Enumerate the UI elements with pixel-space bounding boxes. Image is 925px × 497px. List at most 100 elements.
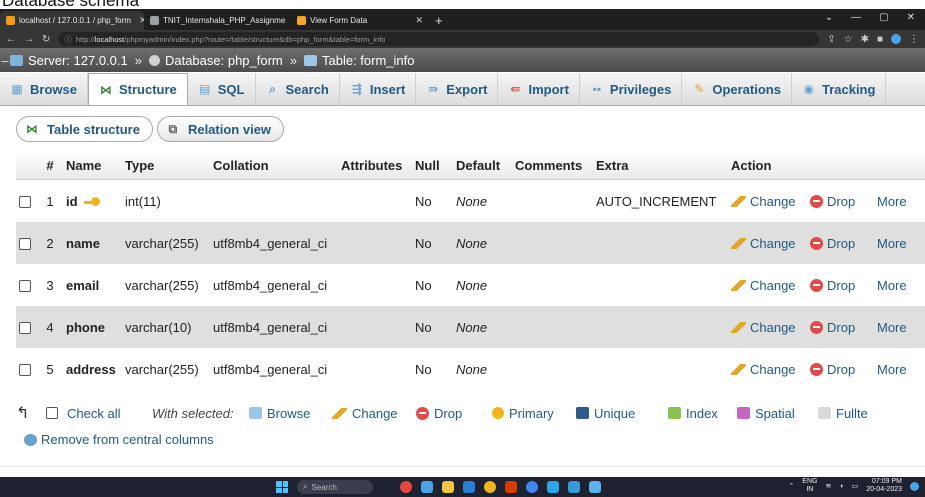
header-null[interactable]: Null — [415, 158, 456, 173]
bulk-drop-button[interactable]: Drop — [416, 406, 492, 421]
taskbar-search[interactable]: ⌕ Search — [297, 480, 373, 494]
share-icon[interactable]: ⇪ — [827, 34, 835, 45]
drop-button[interactable]: Drop — [810, 194, 877, 209]
more-button[interactable]: More — [877, 278, 907, 293]
reload-icon[interactable]: ↻ — [42, 34, 50, 45]
breadcrumb-server[interactable]: Server: 127.0.0.1 — [10, 53, 128, 68]
header-default[interactable]: Default — [456, 158, 515, 173]
notification-icon[interactable] — [910, 481, 919, 491]
chrome-app-icon[interactable] — [400, 481, 412, 493]
url-field[interactable]: ⓘ http://localhost/phpmyadmin/index.php?… — [58, 32, 820, 46]
remove-central-columns-link[interactable]: Remove from central columns — [24, 432, 214, 447]
tab-table-structure[interactable]: ⋈ Table structure — [16, 116, 153, 142]
change-button[interactable]: Change — [731, 194, 810, 209]
windows-start-icon[interactable] — [276, 481, 288, 493]
header-name[interactable]: Name — [62, 158, 125, 173]
back-icon[interactable]: ← — [6, 34, 16, 45]
tab-relation-view[interactable]: ⧉ Relation view — [156, 116, 285, 142]
wifi-icon[interactable]: ≋ — [825, 482, 831, 490]
close-tab-icon[interactable]: ✕ — [411, 15, 423, 26]
store-app-icon[interactable] — [568, 481, 580, 493]
header-attributes[interactable]: Attributes — [341, 158, 415, 173]
more-button[interactable]: More — [877, 236, 907, 251]
photos-app-icon[interactable] — [589, 481, 601, 493]
header-collation[interactable]: Collation — [213, 158, 341, 173]
browser-tab-title: TNIT_Internshala_PHP_Assignme — [163, 16, 286, 25]
browser-app-icon[interactable] — [484, 481, 496, 493]
change-button[interactable]: Change — [731, 236, 810, 251]
volume-icon[interactable]: ◖ — [839, 483, 843, 490]
tracking-icon: ◉ — [803, 82, 815, 96]
header-extra[interactable]: Extra — [596, 158, 731, 173]
tab-tracking[interactable]: ◉ Tracking — [792, 73, 887, 105]
bulk-change-button[interactable]: Change — [332, 406, 416, 421]
language-indicator[interactable]: ENG IN — [802, 478, 817, 494]
chrome-app-icon-2[interactable] — [526, 481, 538, 493]
row-checkbox[interactable] — [19, 196, 31, 209]
bulk-spatial-button[interactable]: Spatial — [737, 406, 818, 421]
breadcrumb-database[interactable]: Database: php_form — [148, 53, 283, 68]
file-explorer-icon[interactable] — [442, 481, 454, 493]
database-icon — [148, 54, 160, 66]
bulk-unique-button[interactable]: Unique — [576, 406, 668, 421]
bulk-index-button[interactable]: Index — [668, 406, 737, 421]
drop-button[interactable]: Drop — [810, 236, 877, 251]
clock[interactable]: 07:09 PM 20-04-2023 — [866, 478, 902, 494]
tab-search-icon[interactable]: ⌄ — [825, 12, 833, 23]
row-checkbox[interactable] — [19, 280, 31, 293]
tab-search[interactable]: ⌕ Search — [256, 73, 340, 105]
office-app-icon[interactable] — [505, 481, 517, 493]
breadcrumb-table[interactable]: Table: form_info — [304, 53, 415, 68]
browser-tab[interactable]: TNIT_Internshala_PHP_Assignme✕ — [144, 11, 291, 30]
tab-export[interactable]: ⇛ Export — [416, 73, 499, 105]
drop-button[interactable]: Drop — [810, 278, 877, 293]
drop-button[interactable]: Drop — [810, 362, 877, 377]
row-checkbox[interactable] — [19, 322, 31, 335]
profile-avatar[interactable] — [891, 34, 901, 44]
tab-import[interactable]: ⇚ Import — [498, 73, 580, 105]
header-comments[interactable]: Comments — [515, 158, 596, 173]
task-view-icon[interactable] — [421, 481, 433, 493]
header-type[interactable]: Type — [125, 158, 213, 173]
tab-privileges[interactable]: ▪▪ Privileges — [580, 73, 683, 105]
row-checkbox[interactable] — [19, 238, 31, 251]
minimize-icon[interactable]: — — [851, 12, 861, 23]
row-default: None — [456, 235, 488, 251]
drop-icon — [810, 278, 823, 292]
change-button[interactable]: Change — [731, 320, 810, 335]
vscode-icon[interactable] — [547, 481, 559, 493]
browser-tab[interactable]: localhost / 127.0.0.1 / php_form ✕ — [0, 11, 144, 30]
tab-structure[interactable]: ⋈ Structure — [87, 73, 188, 105]
extensions-icon[interactable]: ✱ — [861, 34, 869, 45]
structure-icon: ⋈ — [26, 122, 38, 136]
tab-sql[interactable]: ▤ SQL — [188, 73, 256, 105]
change-button[interactable]: Change — [731, 362, 810, 377]
drop-button[interactable]: Drop — [810, 320, 877, 335]
mail-icon[interactable] — [463, 481, 475, 493]
tab-insert[interactable]: ⇶ Insert — [340, 73, 417, 105]
forward-icon[interactable]: → — [24, 34, 34, 45]
more-button[interactable]: More — [877, 362, 907, 377]
row-checkbox[interactable] — [19, 364, 31, 377]
close-window-icon[interactable]: ✕ — [907, 12, 915, 23]
browser-tab[interactable]: View Form Data ✕ — [291, 11, 429, 30]
sidebar-icon[interactable]: ■ — [877, 34, 883, 45]
check-all-checkbox[interactable] — [46, 407, 58, 419]
tray-expand-icon[interactable]: ⌃ — [788, 482, 794, 490]
change-button[interactable]: Change — [731, 278, 810, 293]
close-tab-icon[interactable]: ✕ — [135, 15, 144, 26]
tab-browse[interactable]: ▦ Browse — [0, 73, 88, 105]
menu-kebab-icon[interactable]: ⋮ — [909, 34, 919, 45]
check-all[interactable]: Check all — [46, 406, 152, 421]
bulk-primary-button[interactable]: Primary — [492, 406, 576, 421]
new-tab-button[interactable]: + — [429, 13, 449, 30]
tab-operations[interactable]: ✎ Operations — [682, 73, 792, 105]
more-button[interactable]: More — [877, 320, 907, 335]
collapse-nav-icon[interactable]: – — [0, 53, 10, 68]
bulk-browse-button[interactable]: Browse — [249, 406, 332, 421]
bulk-fulltext-button[interactable]: Fullte — [818, 406, 868, 421]
battery-icon[interactable]: ▭ — [852, 482, 859, 490]
maximize-icon[interactable]: ▢ — [879, 12, 888, 23]
bookmark-star-icon[interactable]: ☆ — [844, 34, 853, 45]
more-button[interactable]: More — [877, 194, 907, 209]
